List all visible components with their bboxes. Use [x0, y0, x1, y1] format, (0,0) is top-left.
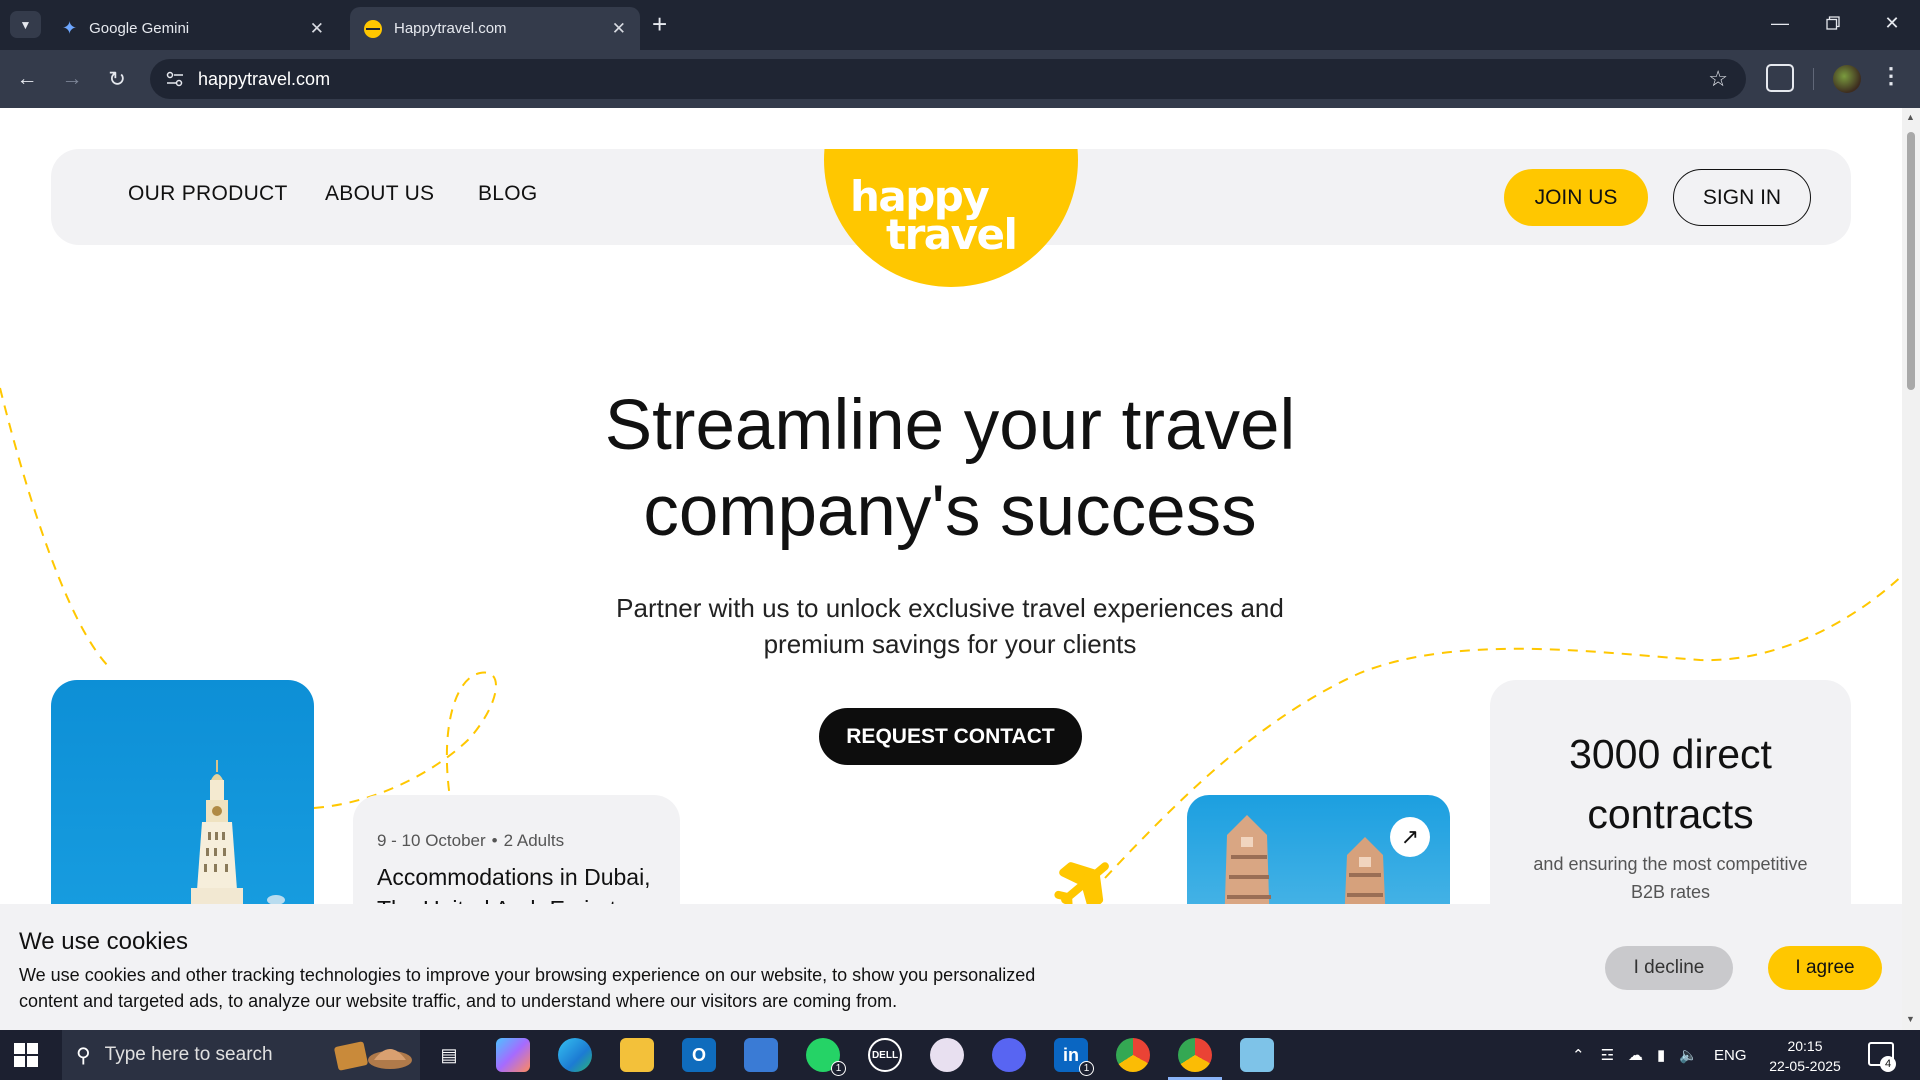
- minimize-button[interactable]: —: [1760, 8, 1800, 38]
- search-placeholder: Type here to search: [104, 1044, 273, 1065]
- search-icon: ⚲: [76, 1044, 91, 1067]
- hero-subtitle-line-2: premium savings for your clients: [763, 629, 1137, 659]
- back-button[interactable]: ←: [11, 63, 43, 95]
- task-view-icon[interactable]: ▤: [432, 1038, 466, 1072]
- linkedin-icon[interactable]: in 1: [1054, 1038, 1094, 1076]
- arrow-up-right-icon[interactable]: ↗: [1390, 817, 1430, 857]
- happytravel-sun-icon: [364, 19, 382, 38]
- booking-dates: 9 - 10 October: [377, 831, 486, 850]
- toolbar-divider: [1813, 68, 1814, 90]
- browser-toolbar: ← → ↻ happytravel.com ☆ ⋮: [0, 50, 1920, 108]
- edge-icon[interactable]: [558, 1038, 592, 1072]
- cookie-text: We use cookies and other tracking techno…: [19, 962, 1129, 1014]
- extensions-icon[interactable]: [1766, 64, 1794, 92]
- hero-title: Streamline your travel company's success: [500, 383, 1400, 555]
- cloud-app-icon[interactable]: [930, 1038, 964, 1072]
- dell-icon[interactable]: DELL: [868, 1038, 902, 1072]
- whatsapp-badge: 1: [831, 1061, 846, 1076]
- nav-our-product[interactable]: OUR PRODUCT: [128, 182, 288, 206]
- address-bar[interactable]: happytravel.com ☆: [150, 59, 1746, 99]
- url-text: happytravel.com: [198, 68, 331, 89]
- taskbar-clock[interactable]: 20:15 22-05-2025: [1760, 1036, 1850, 1076]
- site-info-icon[interactable]: [164, 68, 186, 90]
- nav-about-us[interactable]: ABOUT US: [325, 182, 434, 206]
- cookie-text-line-2: content and targeted ads, to analyze our…: [19, 991, 898, 1011]
- system-tray: ⌃ ☲ ☁ ▮ 🔈 ENG: [1572, 1030, 1747, 1080]
- clock-time: 20:15: [1787, 1038, 1823, 1054]
- gemini-sparkle-icon: ✦: [62, 18, 78, 38]
- browser-tab-bar: ▼ ✦ Google Gemini ✕ Happytravel.com ✕ + …: [0, 0, 1920, 50]
- hero-subtitle-line-1: Partner with us to unlock exclusive trav…: [616, 593, 1284, 623]
- onedrive-cloud-icon[interactable]: ☁: [1628, 1046, 1643, 1064]
- chevron-down-icon: ▼: [19, 17, 32, 32]
- hero-subtitle: Partner with us to unlock exclusive trav…: [560, 590, 1340, 662]
- outlook-icon[interactable]: O: [682, 1038, 716, 1072]
- windows-taskbar: ⚲ Type here to search ▤ O 1 DELL in 1 ⌃ …: [0, 1030, 1920, 1080]
- whatsapp-icon[interactable]: 1: [806, 1038, 846, 1076]
- notepad-icon[interactable]: [1240, 1038, 1274, 1072]
- notification-count-badge: 4: [1880, 1056, 1896, 1072]
- hero-title-line-1: Streamline your travel: [604, 386, 1296, 465]
- scroll-up-icon[interactable]: ▲: [1906, 112, 1915, 122]
- booking-meta: 9 - 10 October • 2 Adults: [377, 831, 656, 851]
- request-contact-button[interactable]: REQUEST CONTACT: [819, 708, 1082, 765]
- chrome-icon[interactable]: [1178, 1038, 1212, 1072]
- stats-subtitle: and ensuring the most competitive B2B ra…: [1533, 854, 1808, 902]
- hero-title-line-2: company's success: [643, 472, 1257, 551]
- stats-title: 3000 direct contracts: [1569, 731, 1772, 837]
- taskbar-search[interactable]: ⚲ Type here to search: [62, 1030, 420, 1080]
- tab-google-gemini[interactable]: ✦ Google Gemini ✕: [48, 7, 338, 50]
- forward-button[interactable]: →: [56, 63, 88, 95]
- chrome-profile-icon[interactable]: [1116, 1038, 1150, 1072]
- search-highlight-art: [334, 1041, 412, 1071]
- tab-happytravel[interactable]: Happytravel.com ✕: [350, 7, 640, 50]
- tab-title: Happytravel.com: [394, 20, 507, 37]
- volume-icon[interactable]: 🔈: [1679, 1046, 1698, 1064]
- discord-icon[interactable]: [992, 1038, 1026, 1072]
- page-scrollbar[interactable]: ▲ ▼: [1902, 108, 1920, 1030]
- file-explorer-icon[interactable]: [620, 1038, 654, 1072]
- linkedin-badge: 1: [1079, 1061, 1094, 1076]
- close-window-button[interactable]: ✕: [1872, 8, 1912, 38]
- profile-avatar[interactable]: [1833, 65, 1861, 93]
- show-hidden-icons-icon[interactable]: ⌃: [1572, 1046, 1585, 1064]
- nav-blog[interactable]: BLOG: [478, 182, 538, 206]
- decline-cookies-button[interactable]: I decline: [1605, 946, 1733, 990]
- copilot-icon[interactable]: [496, 1038, 530, 1072]
- agree-cookies-button[interactable]: I agree: [1768, 946, 1882, 990]
- booking-guests: 2 Adults: [503, 831, 565, 850]
- remote-desktop-icon[interactable]: [744, 1038, 778, 1072]
- logo-wordmark[interactable]: happy travel: [850, 176, 1050, 259]
- new-tab-button[interactable]: +: [652, 10, 667, 38]
- close-icon[interactable]: ✕: [612, 19, 626, 39]
- language-indicator[interactable]: ENG: [1714, 1047, 1747, 1064]
- bookmark-star-icon[interactable]: ☆: [1708, 66, 1728, 92]
- clock-date: 22-05-2025: [1769, 1058, 1841, 1074]
- cookie-text-line-1: We use cookies and other tracking techno…: [19, 965, 1036, 985]
- restore-icon: [1826, 16, 1840, 30]
- more-menu-icon[interactable]: ⋮: [1880, 63, 1902, 89]
- scroll-thumb[interactable]: [1907, 132, 1915, 390]
- tab-title: Google Gemini: [89, 20, 190, 37]
- tab-search-button[interactable]: ▼: [10, 11, 41, 38]
- sign-in-button[interactable]: SIGN IN: [1673, 169, 1811, 226]
- battery-icon[interactable]: ▮: [1657, 1046, 1665, 1064]
- windows-start-icon[interactable]: [14, 1043, 38, 1067]
- logo-line-travel: travel: [886, 210, 1018, 259]
- scroll-down-icon[interactable]: ▼: [1906, 1014, 1915, 1024]
- close-icon[interactable]: ✕: [310, 19, 324, 39]
- page-viewport: OUR PRODUCT ABOUT US BLOG happy travel J…: [0, 108, 1920, 1030]
- restore-button[interactable]: [1813, 8, 1853, 38]
- booking-title-line-1: Accommodations in Dubai,: [377, 864, 651, 890]
- separator-dot: •: [491, 831, 498, 850]
- reload-button[interactable]: ↻: [101, 63, 133, 95]
- wifi-icon[interactable]: ☲: [1601, 1046, 1614, 1064]
- cookie-title: We use cookies: [19, 928, 188, 955]
- join-us-button[interactable]: JOIN US: [1504, 169, 1648, 226]
- cookie-banner: We use cookies We use cookies and other …: [0, 904, 1902, 1030]
